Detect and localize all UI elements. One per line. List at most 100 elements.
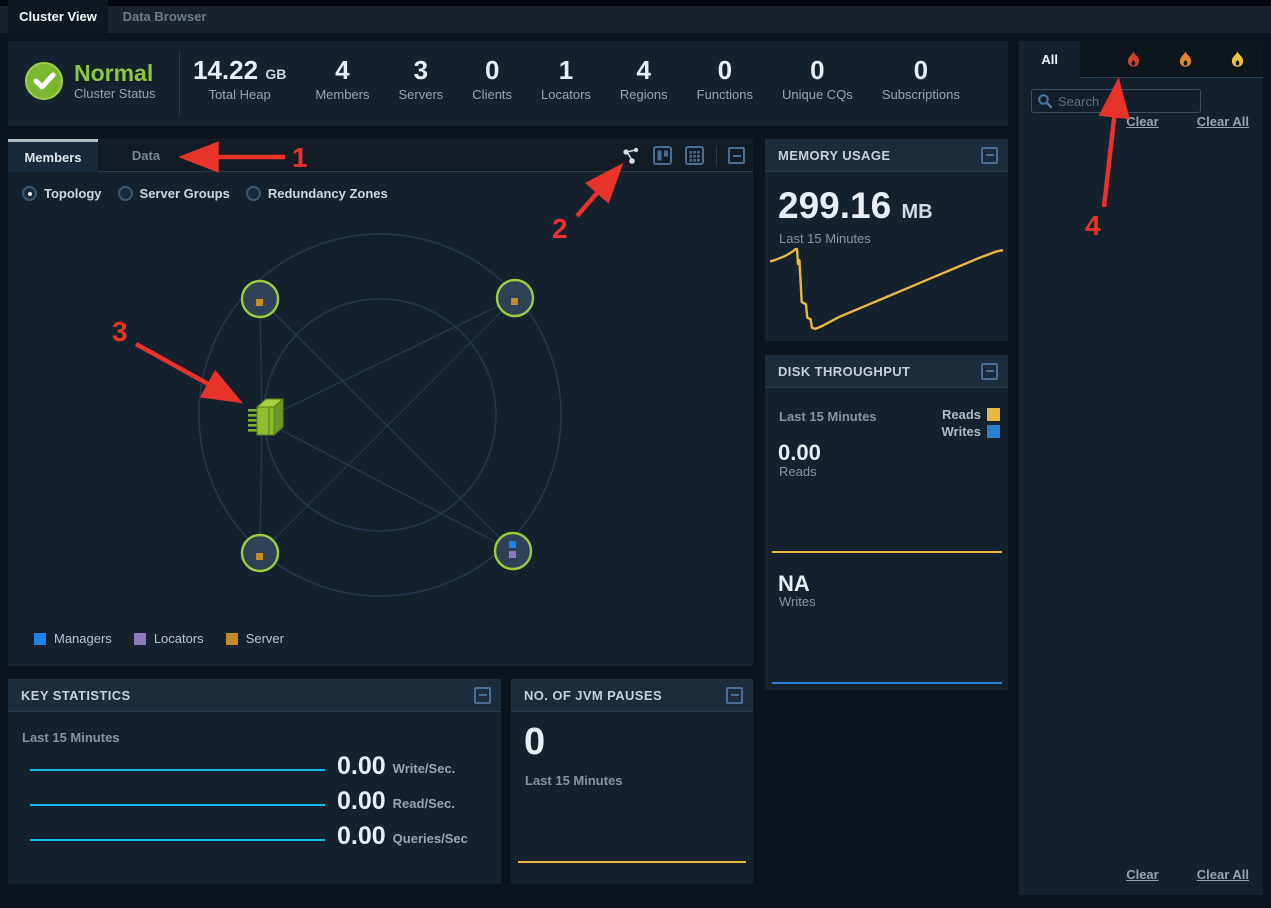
stat-total-heap: 14.22 GB Total Heap <box>193 55 286 102</box>
memory-value: 299.16 MB <box>778 185 933 227</box>
member-node-4[interactable] <box>495 533 531 569</box>
cluster-status: Normal Cluster Status <box>24 61 156 101</box>
members-panel: Members Data <box>8 139 753 666</box>
inner-ring <box>264 299 496 531</box>
topology-edges <box>260 298 515 553</box>
cluster-status-sub: Cluster Status <box>74 86 156 101</box>
alerts-tab-all[interactable]: All <box>1019 41 1080 78</box>
disk-collapse-icon[interactable] <box>981 363 998 380</box>
topology-view-radios: Topology Server Groups Redundancy Zones <box>22 186 388 201</box>
jvm-title: NO. OF JVM PAUSES <box>524 688 662 703</box>
alerts-clear-links-bottom: Clear Clear All <box>1126 867 1249 882</box>
app-tab-bar: Cluster View Data Browser <box>0 0 1271 33</box>
cluster-stats: 14.22 GB Total Heap 4 Members 3 Servers … <box>193 55 960 102</box>
tab-cluster-view[interactable]: Cluster View <box>8 0 108 33</box>
member-node-3[interactable] <box>242 535 278 571</box>
jvm-pauses-widget: NO. OF JVM PAUSES 0 Last 15 Minutes <box>511 679 753 884</box>
legend-managers: Managers <box>34 631 112 646</box>
disk-writes-label: Writes <box>779 594 816 609</box>
server-square <box>256 299 263 306</box>
reads-swatch <box>987 408 1000 421</box>
search-input[interactable] <box>1031 89 1201 113</box>
radio-server-groups[interactable]: Server Groups <box>118 186 230 201</box>
cluster-status-label: Normal <box>74 61 156 86</box>
status-check-icon <box>24 61 64 101</box>
disk-period: Last 15 Minutes <box>779 409 877 424</box>
tab-data-browser[interactable]: Data Browser <box>112 0 217 33</box>
key-stats-collapse-icon[interactable] <box>474 687 491 704</box>
memory-title: MEMORY USAGE <box>778 148 890 163</box>
server-square <box>256 553 263 560</box>
clear-link[interactable]: Clear <box>1126 114 1159 129</box>
key-statistics-widget: KEY STATISTICS Last 15 Minutes 0.00 Writ… <box>8 679 501 884</box>
radio-server-groups-dot[interactable] <box>118 186 133 201</box>
topology-graph[interactable] <box>8 205 753 635</box>
host-machine-icon[interactable] <box>248 399 283 435</box>
queries-sec-line <box>30 839 325 841</box>
stat-row-read-sec: 0.00 Read/Sec. <box>30 790 455 813</box>
members-collapse-icon[interactable] <box>728 147 745 164</box>
clear-link-bottom[interactable]: Clear <box>1126 867 1159 882</box>
alerts-tab-warning-flame-icon[interactable] <box>1160 41 1212 78</box>
disk-writes-line <box>772 682 1002 684</box>
radio-redundancy-zones[interactable]: Redundancy Zones <box>246 186 388 201</box>
alerts-panel: All <box>1019 41 1263 895</box>
search-icon <box>1037 93 1053 114</box>
radio-topology[interactable]: Topology <box>22 186 102 201</box>
locator-square <box>509 551 516 558</box>
manager-square <box>509 541 516 548</box>
jvm-period: Last 15 Minutes <box>525 773 623 788</box>
radio-redundancy-zones-dot[interactable] <box>246 186 261 201</box>
disk-throughput-widget: DISK THROUGHPUT Last 15 Minutes Reads Wr… <box>765 355 1008 690</box>
managers-swatch <box>34 633 46 645</box>
disk-writes-value: NA <box>778 572 810 596</box>
alert-severity-tabs: All <box>1019 41 1263 78</box>
jvm-line <box>518 861 746 863</box>
clear-all-link-bottom[interactable]: Clear All <box>1197 867 1249 882</box>
member-node-2[interactable] <box>497 280 533 316</box>
stat-row-write-sec: 0.00 Write/Sec. <box>30 755 455 778</box>
cluster-header-panel: Normal Cluster Status 14.22 GB Total Hea… <box>8 41 1008 126</box>
writes-swatch <box>987 425 1000 438</box>
legend-server: Server <box>226 631 284 646</box>
tab-members[interactable]: Members <box>8 139 98 172</box>
stat-clients: 0 Clients <box>472 55 512 102</box>
header-divider <box>179 51 180 116</box>
memory-collapse-icon[interactable] <box>981 147 998 164</box>
read-sec-line <box>30 804 325 806</box>
stat-servers: 3 Servers <box>399 55 444 102</box>
alerts-tab-info-flame-icon[interactable] <box>1211 41 1263 78</box>
members-tab-bar: Members Data <box>8 139 753 172</box>
jvm-collapse-icon[interactable] <box>726 687 743 704</box>
key-stats-title: KEY STATISTICS <box>21 688 131 703</box>
server-square <box>511 298 518 305</box>
key-stats-period: Last 15 Minutes <box>22 730 120 745</box>
memory-sparkline <box>770 243 1003 335</box>
legend-locators: Locators <box>134 631 204 646</box>
jvm-value: 0 <box>524 721 545 764</box>
grid-view-icon[interactable] <box>684 145 705 166</box>
radio-topology-dot[interactable] <box>22 186 37 201</box>
memory-usage-widget: MEMORY USAGE 299.16 MB Last 15 Minutes <box>765 139 1008 341</box>
disk-reads-label: Reads <box>779 464 817 479</box>
disk-title: DISK THROUGHPUT <box>778 364 910 379</box>
locators-swatch <box>134 633 146 645</box>
stat-unique-cqs: 0 Unique CQs <box>782 55 853 102</box>
tab-data[interactable]: Data <box>116 139 176 172</box>
topology-legend: Managers Locators Server <box>34 631 284 646</box>
alerts-clear-links-top: Clear Clear All <box>1126 114 1249 129</box>
toolbar-divider <box>716 146 717 166</box>
treemap-view-icon[interactable] <box>652 145 673 166</box>
member-node-1[interactable] <box>242 281 278 317</box>
stat-locators: 1 Locators <box>541 55 591 102</box>
stat-members: 4 Members <box>315 55 369 102</box>
legend-reads: Reads <box>942 407 1000 422</box>
clear-all-link[interactable]: Clear All <box>1197 114 1249 129</box>
graph-view-icon[interactable] <box>621 146 641 166</box>
disk-legend: Reads Writes <box>942 407 1001 439</box>
server-swatch <box>226 633 238 645</box>
legend-writes: Writes <box>942 424 1001 439</box>
stat-subscriptions: 0 Subscriptions <box>882 55 960 102</box>
alerts-tab-critical-flame-icon[interactable] <box>1108 41 1160 78</box>
alerts-search <box>1031 89 1201 113</box>
